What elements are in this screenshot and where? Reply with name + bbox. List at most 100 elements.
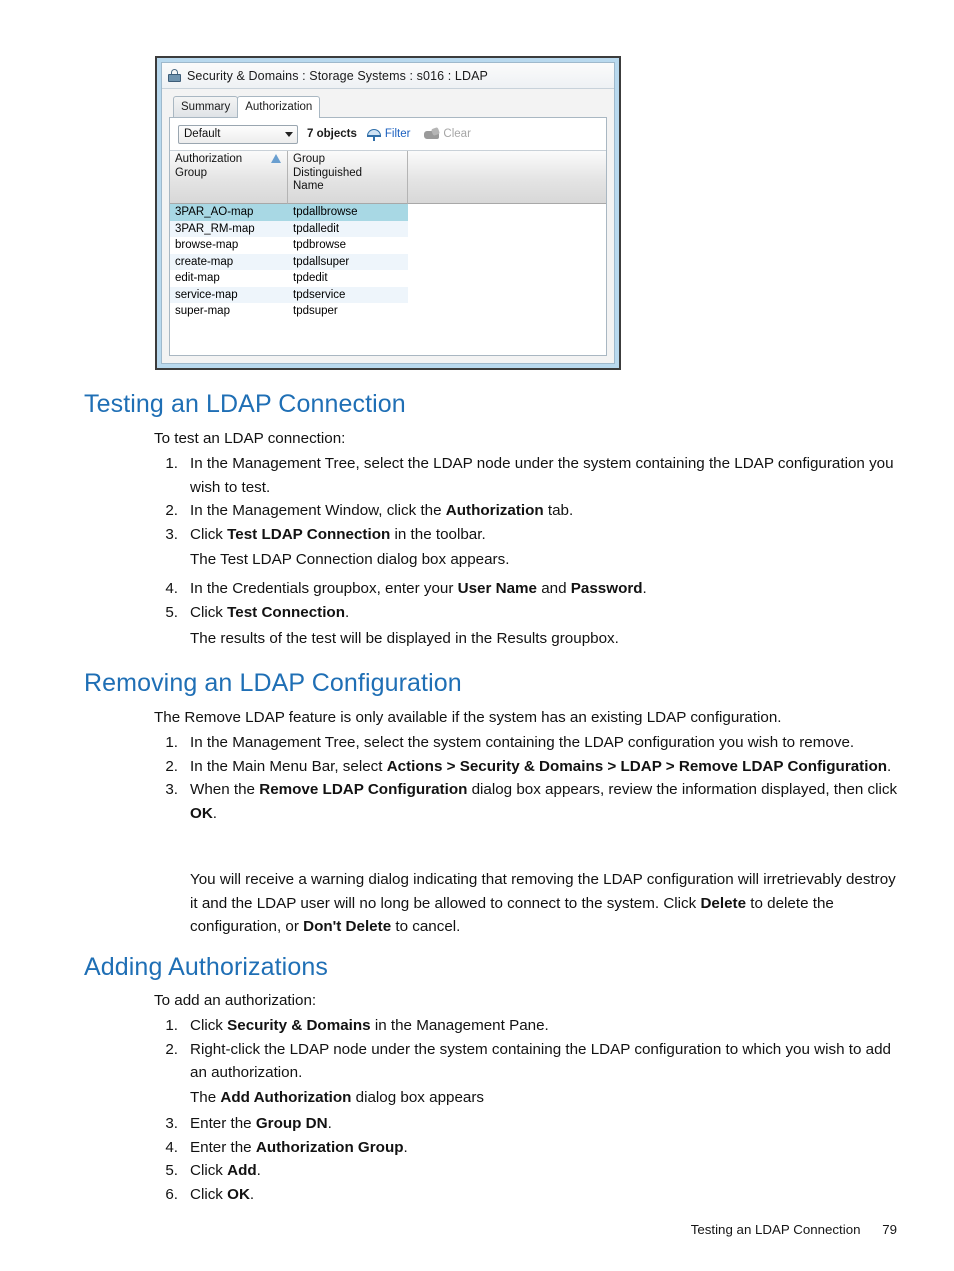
- list-item-number: 3.: [165, 781, 178, 798]
- list-item-text: Click Test Connection.: [190, 603, 350, 621]
- tab-strip: Summary Authorization: [169, 95, 607, 118]
- cell-empty: [408, 221, 606, 238]
- list-item-number: 2.: [165, 757, 178, 775]
- list-item-text: Click Test LDAP Connection in the toolba…: [190, 525, 486, 543]
- application-window: Security & Domains : Storage Systems : s…: [161, 62, 615, 364]
- testing-note-text: The Test LDAP Connection dialog box appe…: [190, 551, 510, 568]
- object-count-label: 7 objects: [307, 128, 357, 140]
- footer-page-number: 79: [882, 1222, 897, 1237]
- column-header-empty[interactable]: [408, 151, 606, 204]
- removing-warning-paragraph: You will receive a warning dialog indica…: [154, 868, 902, 939]
- cell-group-distinguished-name: tpdallsuper: [288, 253, 408, 270]
- cell-group-distinguished-name: tpdsuper: [293, 305, 338, 317]
- cell-authorization-group: edit-map: [175, 272, 220, 284]
- testing-steps-b: 4. In the Credentials groupbox, enter you…: [154, 577, 899, 624]
- list-item-text: Enter the Authorization Group.: [190, 1138, 408, 1156]
- list-item: 3. Enter the Group DN.: [154, 1112, 902, 1136]
- list-item-text: Right-click the LDAP node under the syst…: [190, 1040, 891, 1082]
- list-item-text: Enter the Group DN.: [190, 1115, 332, 1132]
- cell-empty: [408, 303, 606, 320]
- clear-button-label: Clear: [443, 128, 471, 140]
- window-body: Summary Authorization Default 7 objects: [162, 89, 614, 363]
- table-row[interactable]: service-map tpdservice: [170, 286, 606, 303]
- cell-group-distinguished-name: tpdalledit: [288, 220, 408, 237]
- header-line: Authorization: [175, 153, 243, 165]
- cell-authorization-group: service-map: [170, 286, 288, 303]
- list-item-text: Click OK.: [190, 1185, 255, 1203]
- page-title-removing-an-ldap-configuration: Removing an LDAP Configuration: [84, 669, 462, 697]
- list-item-number: 3.: [165, 525, 178, 543]
- tab-summary[interactable]: Summary: [173, 96, 239, 117]
- list-item-number: 5.: [165, 1162, 178, 1179]
- cell-group-distinguished-name: tpdedit: [293, 272, 328, 284]
- list-item-text: In the Management Tree, select the syste…: [190, 734, 855, 751]
- list-item-text: Click Security & Domains in the Manageme…: [190, 1017, 549, 1034]
- lock-icon: [168, 69, 181, 82]
- chevron-down-icon: [285, 131, 293, 137]
- page-title-adding-authorizations: Adding Authorizations: [84, 953, 328, 981]
- list-item-number: 1.: [165, 734, 178, 751]
- testing-note-after-step-3: The Test LDAP Connection dialog box appe…: [154, 548, 899, 572]
- footer-chapter-label: Testing an LDAP Connection: [690, 1222, 861, 1237]
- list-item: 4. In the Credentials groupbox, enter you…: [154, 577, 899, 601]
- cell-authorization-group: browse-map: [175, 239, 239, 251]
- list-item-text: In the Management Window, click the Auth…: [190, 502, 574, 519]
- cell-empty: [408, 204, 606, 221]
- list-item-number: 5.: [165, 603, 178, 621]
- cell-empty: [408, 237, 606, 254]
- list-item: 5. Click Test Connection.: [154, 601, 899, 625]
- cell-group-distinguished-name: tpdallbrowse: [288, 204, 408, 221]
- cell-authorization-group: 3PAR_AO-map: [170, 204, 288, 221]
- cell-empty: [408, 270, 606, 287]
- table-header-row: Authorization Group Group Distinguished …: [170, 151, 606, 204]
- removing-warning-text: You will receive a warning dialog indica…: [190, 871, 896, 935]
- application-window-frame: Security & Domains : Storage Systems : s…: [155, 56, 621, 370]
- window-title-text: Security & Domains : Storage Systems : s…: [187, 68, 488, 83]
- list-item: 1. Click Security & Domains in the Manage…: [154, 1014, 902, 1038]
- list-item: 4. Enter the Authorization Group.: [154, 1136, 902, 1160]
- list-item: 2. Right-click the LDAP node under the sy…: [154, 1038, 902, 1085]
- authorization-panel: Default 7 objects Filter Clear Authoriza…: [169, 117, 607, 356]
- cell-group-distinguished-name: tpdbrowse: [293, 239, 347, 251]
- table-row[interactable]: super-map tpdsuper: [170, 303, 606, 320]
- list-item-number: 1.: [165, 1017, 178, 1034]
- list-item: 1. In the Management Tree, select the sys…: [154, 731, 902, 755]
- header-line: Group: [175, 166, 207, 179]
- table-row[interactable]: edit-map tpdedit: [170, 270, 606, 287]
- cell-authorization-group: 3PAR_RM-map: [170, 220, 288, 237]
- panel-toolbar: Default 7 objects Filter Clear: [170, 118, 606, 151]
- table-row[interactable]: create-map tpdallsuper: [170, 253, 606, 270]
- testing-intro-paragraph: To test an LDAP connection:: [154, 427, 899, 451]
- list-item-text: When the Remove LDAP Configuration dialo…: [190, 781, 898, 822]
- table-row[interactable]: 3PAR_RM-map tpdalledit: [170, 220, 606, 238]
- removing-intro-paragraph: The Remove LDAP feature is only availabl…: [154, 706, 902, 730]
- sort-ascending-icon: [271, 154, 281, 163]
- filter-preset-select[interactable]: Default: [178, 124, 298, 144]
- header-line: Group: [293, 153, 325, 165]
- cell-authorization-group: super-map: [175, 305, 230, 317]
- tab-authorization[interactable]: Authorization: [237, 96, 321, 118]
- removing-intro-text: The Remove LDAP feature is only availabl…: [154, 709, 782, 726]
- testing-steps-a: 1. In the Management Tree, select the LDA…: [154, 452, 899, 546]
- table-body: 3PAR_AO-map tpdallbrowse 3PAR_RM-map tpdall…: [170, 204, 606, 355]
- list-item-number: 6.: [165, 1185, 178, 1203]
- list-item: 2. In the Main Menu Bar, select Actions >…: [154, 755, 902, 779]
- column-header-authorization-group[interactable]: Authorization Group: [170, 151, 288, 204]
- table-row[interactable]: browse-map tpdbrowse: [170, 237, 606, 254]
- column-header-group-distinguished-name[interactable]: Group Distinguished Name: [288, 151, 408, 204]
- clear-button[interactable]: Clear: [424, 127, 471, 140]
- table-row[interactable]: 3PAR_AO-map tpdallbrowse: [170, 204, 606, 221]
- list-item: 3. Click Test LDAP Connection in the tool…: [154, 523, 899, 547]
- list-item-number: 4.: [165, 580, 178, 597]
- authorization-table: Authorization Group Group Distinguished …: [170, 151, 606, 355]
- page-footer: Testing an LDAP Connection 79: [691, 1222, 897, 1237]
- list-item-number: 3.: [165, 1115, 178, 1132]
- removing-steps: 1. In the Management Tree, select the sys…: [154, 731, 902, 825]
- adding-intro-paragraph: To add an authorization:: [154, 989, 902, 1013]
- clear-filter-icon: [424, 127, 441, 140]
- list-item-number: 1.: [165, 455, 178, 472]
- list-item-number: 2.: [165, 1040, 178, 1058]
- list-item-text: In the Credentials groupbox, enter your …: [190, 580, 647, 597]
- ldap-authorization-screenshot-figure: Security & Domains : Storage Systems : s…: [155, 56, 621, 370]
- filter-button[interactable]: Filter: [366, 127, 410, 141]
